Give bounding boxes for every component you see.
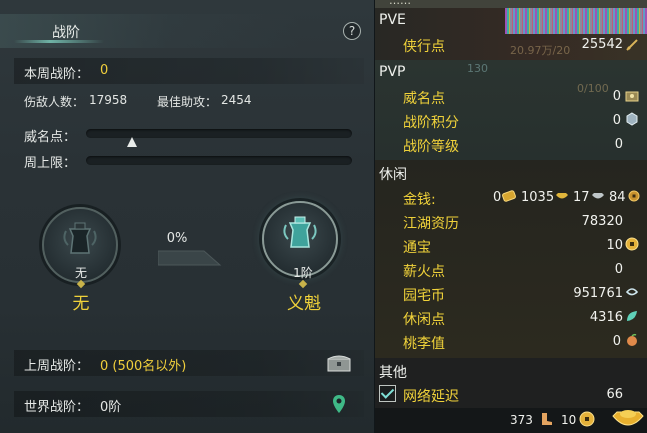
leisure-section-title: 休闲 [379, 167, 407, 183]
last-week-value: 0 (500名以外) [100, 359, 187, 374]
latency-value: 66 [606, 387, 623, 402]
panel-title: 战阶 [52, 25, 80, 41]
next-rank-name: 义魁 [287, 294, 321, 314]
yuanzhai-label: 园宅币 [403, 288, 445, 304]
help-button[interactable]: ? [343, 22, 361, 40]
taoli-label: 桃李值 [403, 336, 445, 352]
prestige-label: 威名点： [24, 130, 77, 145]
treasure-ingot-icon[interactable] [611, 406, 645, 432]
zhanjie-level-label: 战阶等级 [403, 139, 459, 155]
money-label: 金钱: [403, 192, 436, 208]
defeated-label: 伤敌人数： [24, 95, 85, 109]
rank-progress-percent: 0% [166, 231, 188, 246]
defeated-value: 17958 [89, 93, 128, 107]
weekly-cap-label: 周上限： [24, 156, 77, 171]
xiuxian-label: 休闲点 [403, 312, 445, 328]
weiming-label: 威名点 [403, 91, 445, 107]
tongbao-coin-icon [625, 237, 639, 251]
location-pin-icon[interactable] [332, 394, 346, 414]
pve-section-title: PVE [379, 12, 406, 28]
world-rank-label: 世界战阶： [24, 400, 90, 415]
next-rank-diamond-icon [298, 279, 308, 289]
gold-ingot-icon [502, 190, 516, 202]
top-partial-text: …… [389, 0, 411, 7]
money-extra-value: 84 [609, 190, 626, 205]
zhanjie-score-label: 战阶积分 [403, 115, 459, 131]
silver-boat-icon [592, 193, 604, 199]
boot-icon [542, 413, 552, 425]
chest-icon[interactable] [327, 354, 351, 372]
silver-badge-icon [626, 112, 638, 126]
jianghu-value: 78320 [581, 214, 623, 229]
leaf-icon [627, 311, 637, 321]
house-coin-icon [625, 288, 639, 296]
money-copper-value: 17 [573, 190, 590, 205]
weekly-rank-label: 本周战阶： [24, 67, 90, 82]
xiaxing-label: 侠行点 [403, 39, 445, 55]
bottom-value-1: 373 [510, 413, 533, 427]
last-week-label: 上周战阶： [24, 359, 90, 374]
current-rank-level: 无 [74, 266, 87, 280]
weekly-cap-bar [86, 156, 352, 165]
jianghu-label: 江湖资历 [403, 216, 459, 232]
pattern-overlay [505, 8, 647, 34]
sword-icon [626, 39, 638, 51]
xiuxian-value: 4316 [589, 310, 623, 325]
taoli-value: 0 [612, 334, 621, 349]
peach-icon [627, 333, 637, 346]
faded-overlay-text-1: 20.97万/20 [510, 44, 571, 57]
tongbao-value: 10 [606, 238, 623, 253]
xinhuo-value: 0 [614, 262, 623, 277]
progress-arrow-icon [158, 250, 222, 266]
weiming-value: 0 [612, 89, 621, 104]
current-rank-name: 无 [72, 294, 90, 314]
top-strip [375, 0, 647, 8]
latency-label: 网络延迟 [403, 389, 459, 405]
faded-overlay-text-3: 0/100 [577, 82, 609, 95]
yuanzhai-value: 951761 [573, 286, 623, 301]
zhanjie-score-value: 0 [612, 113, 621, 128]
xiaxing-value: 25542 [581, 37, 623, 52]
money-silver-value: 1035 [521, 190, 555, 205]
next-rank-level: 1阶 [293, 266, 313, 280]
prestige-bar [86, 129, 352, 138]
tongbao-label: 通宝 [403, 240, 431, 256]
weekly-rank-value: 0 [100, 63, 109, 78]
bottom-value-2: 10 [561, 413, 577, 427]
other-section-title: 其他 [379, 365, 407, 381]
xinhuo-label: 薪火点 [403, 264, 445, 280]
crest-icon [625, 91, 639, 102]
copper-coin-icon [628, 190, 640, 202]
zhanjie-level-value: 0 [614, 137, 623, 152]
zhanjie-panel: 战阶 ? 本周战阶： 0 伤敌人数： 17958 最佳助攻： 2454 威名点：… [0, 0, 375, 433]
coin-icon [579, 411, 595, 427]
assist-value: 2454 [221, 93, 252, 107]
prestige-marker-icon [127, 137, 137, 147]
world-rank-value: 0阶 [100, 400, 122, 415]
money-gold-value: 0 [493, 190, 502, 205]
gold-boat-icon [556, 193, 568, 199]
pvp-section-title: PVP [379, 64, 406, 80]
currency-panel: …… 20.97万/20 130 0/100 PVE 侠行点 25542 PVP… [375, 0, 647, 433]
faded-overlay-text-2: 130 [467, 62, 488, 75]
assist-label: 最佳助攻： [157, 95, 218, 109]
latency-checkbox[interactable] [379, 385, 396, 402]
